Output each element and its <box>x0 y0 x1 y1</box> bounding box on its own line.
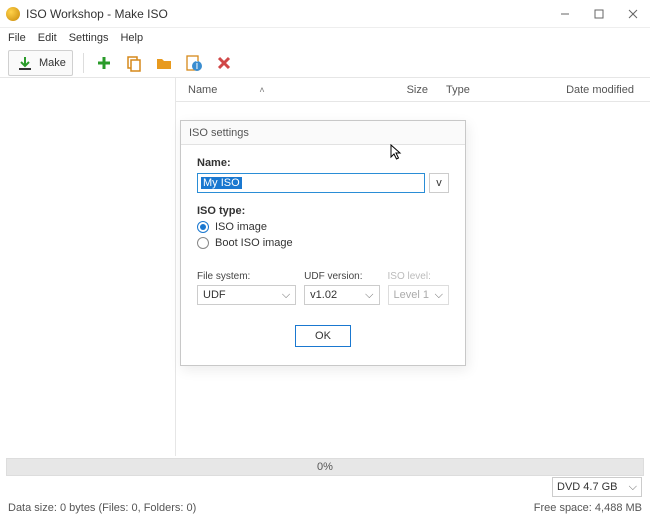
svg-text:i: i <box>196 60 198 72</box>
column-type[interactable]: Type <box>436 84 546 96</box>
status-bar: Data size: 0 bytes (Files: 0, Folders: 0… <box>0 498 650 518</box>
chevron-down-icon: ⌵ <box>282 289 290 302</box>
tree-pane[interactable] <box>0 78 176 456</box>
isolevel-value: Level 1 <box>394 289 429 301</box>
delete-icon[interactable] <box>214 53 234 73</box>
add-icon[interactable] <box>94 53 114 73</box>
make-button[interactable]: Make <box>8 50 73 76</box>
menu-edit[interactable]: Edit <box>38 32 57 44</box>
column-name[interactable]: Name˄ <box>180 84 388 96</box>
column-size[interactable]: Size <box>388 84 436 96</box>
close-button[interactable] <box>616 0 650 28</box>
disc-size-value: DVD 4.7 GB <box>557 481 618 493</box>
menu-settings[interactable]: Settings <box>69 32 109 44</box>
copy-icon[interactable] <box>124 53 144 73</box>
menubar: File Edit Settings Help <box>0 28 650 48</box>
progress-bar: 0% <box>6 458 644 476</box>
menu-help[interactable]: Help <box>120 32 143 44</box>
progress-text: 0% <box>317 461 333 473</box>
iso-type-label: ISO type: <box>197 205 449 217</box>
fs-label: File system: <box>197 271 296 282</box>
radio-off-icon <box>197 237 209 249</box>
bottom-bar: DVD 4.7 GB ⌵ <box>0 476 650 498</box>
window-title: ISO Workshop - Make ISO <box>26 7 548 21</box>
radio-on-icon <box>197 221 209 233</box>
iso-level-select: Level 1 ⌵ <box>388 285 449 305</box>
radio-boot-iso-image[interactable]: Boot ISO image <box>197 237 449 249</box>
column-date[interactable]: Date modified <box>546 84 646 96</box>
name-value: My ISO <box>201 177 242 189</box>
status-right: Free space: 4,488 MB <box>534 502 642 514</box>
toolbar: Make i <box>0 48 650 78</box>
chevron-down-icon: ⌵ <box>435 289 443 302</box>
menu-file[interactable]: File <box>8 32 26 44</box>
udf-version-select[interactable]: v1.02 ⌵ <box>304 285 379 305</box>
chevron-down-icon: ⌵ <box>629 481 637 494</box>
name-dropdown-button[interactable]: v <box>429 173 449 193</box>
ok-button[interactable]: OK <box>295 325 351 347</box>
radio-iso-label: ISO image <box>215 221 267 233</box>
isolevel-label: ISO level: <box>388 271 449 282</box>
sort-caret-icon: ˄ <box>259 85 264 95</box>
minimize-button[interactable] <box>548 0 582 28</box>
file-system-select[interactable]: UDF ⌵ <box>197 285 296 305</box>
fs-value: UDF <box>203 289 226 301</box>
status-left: Data size: 0 bytes (Files: 0, Folders: 0… <box>8 502 196 514</box>
udf-value: v1.02 <box>310 289 337 301</box>
radio-iso-image[interactable]: ISO image <box>197 221 449 233</box>
iso-settings-dialog: ISO settings Name: My ISO v ISO type: IS… <box>180 120 466 366</box>
disc-size-select[interactable]: DVD 4.7 GB ⌵ <box>552 477 642 497</box>
info-icon[interactable]: i <box>184 53 204 73</box>
titlebar: ISO Workshop - Make ISO <box>0 0 650 28</box>
radio-boot-label: Boot ISO image <box>215 237 293 249</box>
maximize-button[interactable] <box>582 0 616 28</box>
folder-icon[interactable] <box>154 53 174 73</box>
make-icon <box>15 53 35 73</box>
udf-label: UDF version: <box>304 271 379 282</box>
list-header: Name˄ Size Type Date modified <box>176 78 650 102</box>
toolbar-divider <box>83 53 84 73</box>
chevron-down-icon: ⌵ <box>365 289 373 302</box>
dialog-title: ISO settings <box>181 121 465 145</box>
make-label: Make <box>39 57 66 69</box>
app-icon <box>6 7 20 21</box>
name-input[interactable]: My ISO <box>197 173 425 193</box>
name-label: Name: <box>197 157 449 169</box>
